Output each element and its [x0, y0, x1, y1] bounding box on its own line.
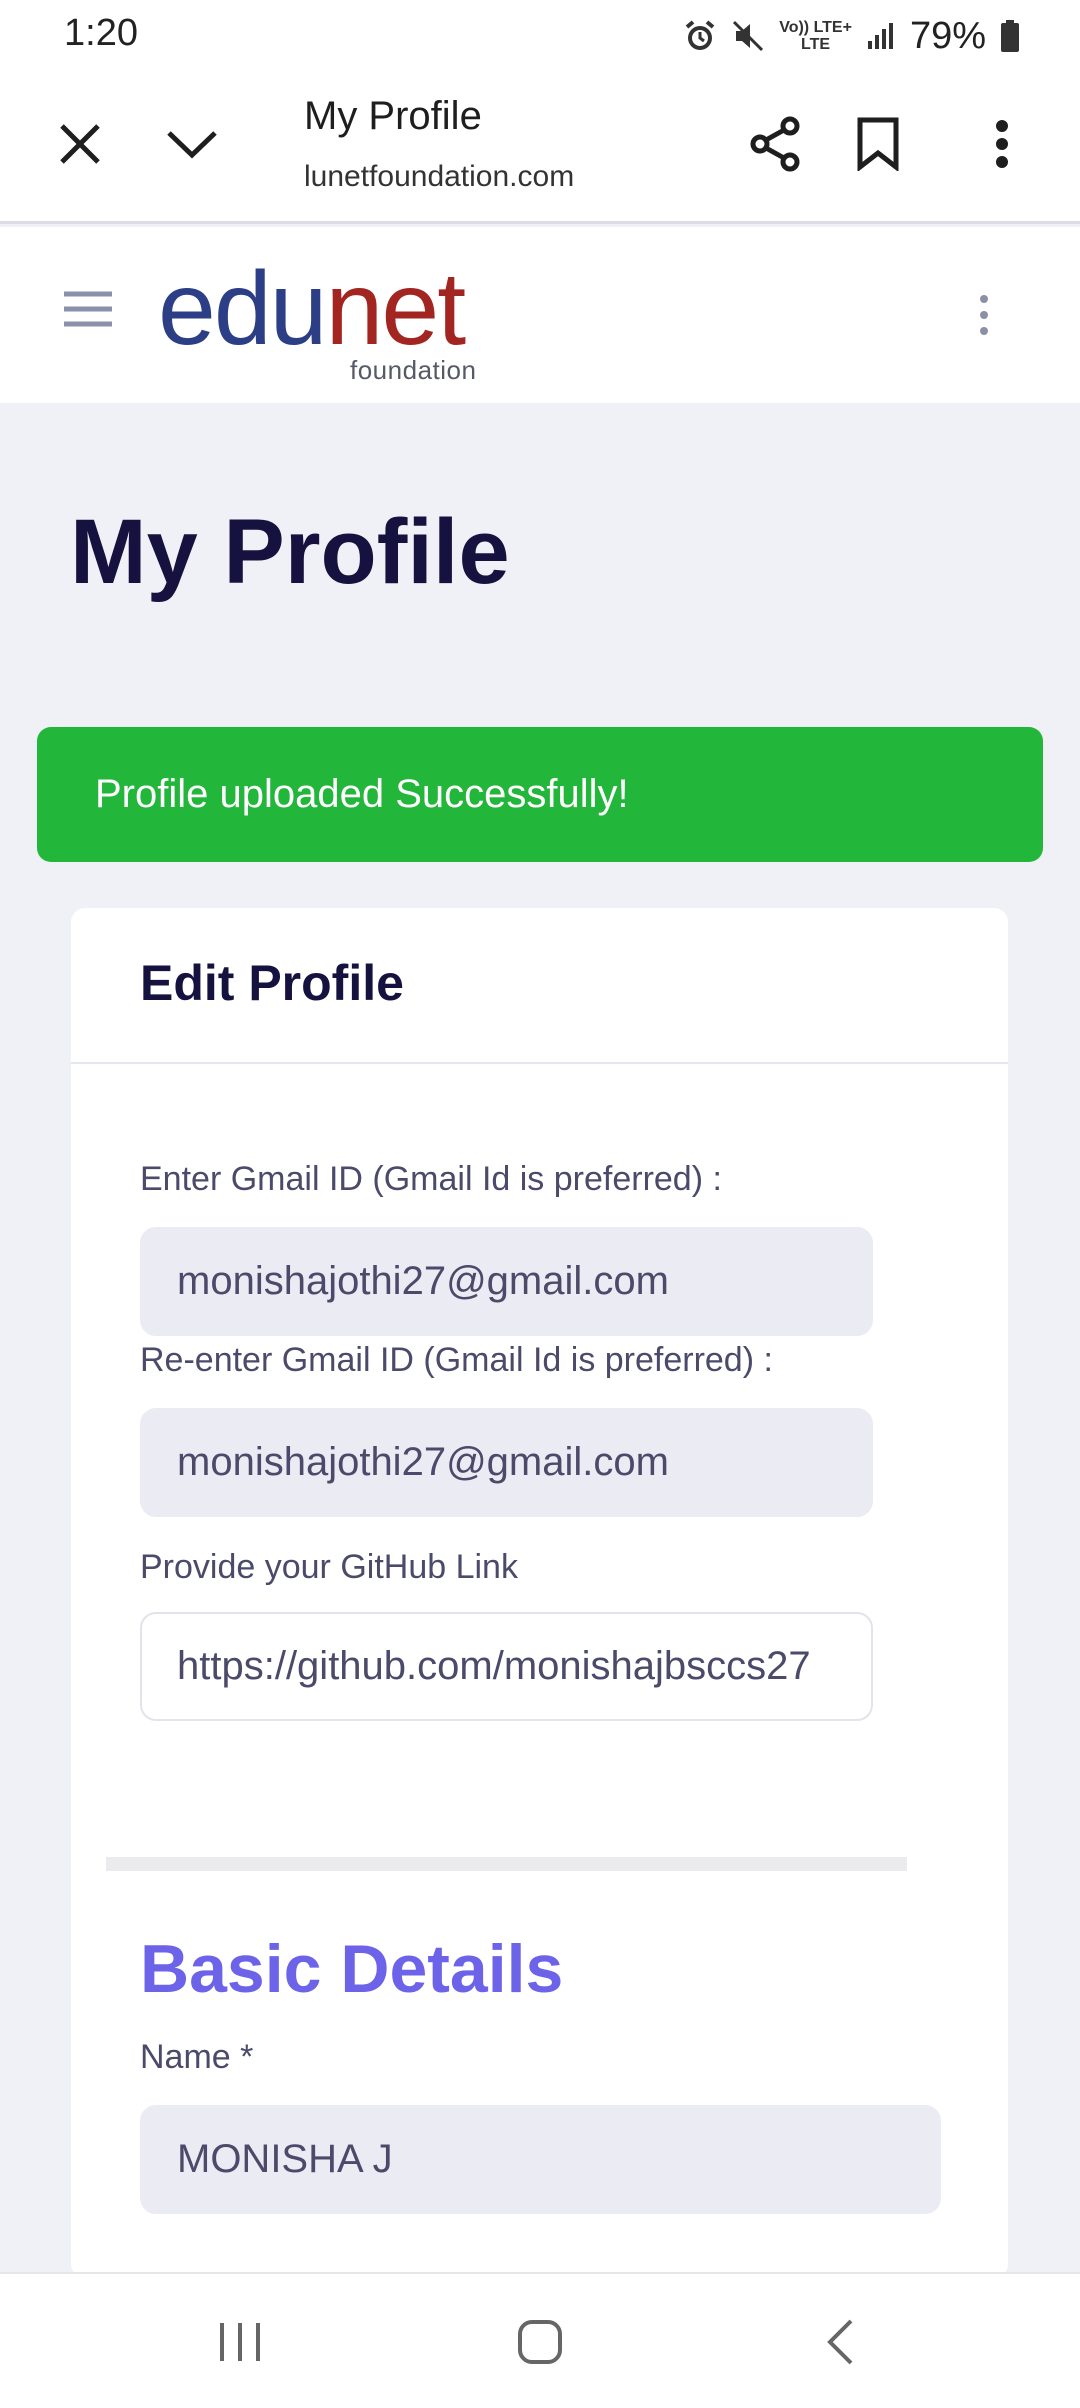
- battery-icon: [1000, 19, 1020, 53]
- card-header: Edit Profile: [71, 908, 1008, 1064]
- hamburger-icon[interactable]: [56, 277, 120, 341]
- battery-percent: 79%: [909, 14, 986, 57]
- status-time: 1:20: [64, 12, 138, 54]
- home-icon[interactable]: [490, 2274, 590, 2408]
- section-divider: [106, 1857, 907, 1871]
- status-bar: 1:20 Vo)) LTE+ LTE 79%: [0, 0, 1080, 72]
- site-header: edunet foundation: [0, 227, 1080, 403]
- gmail-label: Enter Gmail ID (Gmail Id is preferred) :: [140, 1160, 722, 1198]
- recents-icon[interactable]: [190, 2274, 290, 2408]
- close-icon[interactable]: [44, 108, 116, 180]
- browser-page-title: My Profile: [304, 94, 482, 138]
- more-vert-icon[interactable]: [966, 285, 1002, 345]
- card-title: Edit Profile: [140, 955, 404, 1011]
- logo-text-edu: edu: [158, 251, 328, 367]
- github-field[interactable]: https://github.com/monishajbsccs27: [140, 1612, 873, 1721]
- name-field[interactable]: MONISHA J: [140, 2105, 941, 2214]
- chevron-down-icon[interactable]: [156, 108, 228, 180]
- network-indicator: Vo)) LTE+ LTE: [779, 19, 852, 53]
- alarm-icon: [683, 19, 717, 53]
- signal-icon: [866, 21, 896, 51]
- regmail-field[interactable]: monishajothi27@gmail.com: [140, 1408, 873, 1517]
- github-label: Provide your GitHub Link: [140, 1548, 518, 1586]
- network-type-bottom: LTE: [801, 36, 831, 53]
- success-alert: Profile uploaded Successfully!: [37, 727, 1043, 862]
- share-icon[interactable]: [740, 108, 812, 180]
- page-title: My Profile: [70, 501, 510, 603]
- edit-profile-card: Edit Profile Enter Gmail ID (Gmail Id is…: [71, 908, 1008, 2278]
- network-type-top: Vo)) LTE+: [779, 19, 852, 36]
- logo-text-net: net: [325, 251, 467, 367]
- status-icons: Vo)) LTE+ LTE 79%: [683, 10, 1020, 62]
- logo-subtitle: foundation: [350, 355, 477, 385]
- gmail-field[interactable]: monishajothi27@gmail.com: [140, 1227, 873, 1336]
- mute-icon: [731, 19, 765, 53]
- basic-details-title: Basic Details: [140, 1931, 564, 2007]
- edunet-logo[interactable]: edunet foundation: [158, 257, 476, 385]
- more-vert-icon[interactable]: [966, 108, 1038, 180]
- browser-url[interactable]: lunetfoundation.com: [304, 160, 604, 194]
- regmail-label: Re-enter Gmail ID (Gmail Id is preferred…: [140, 1341, 773, 1379]
- name-label: Name *: [140, 2038, 254, 2076]
- system-nav-bar: [0, 2272, 1080, 2408]
- back-icon[interactable]: [790, 2274, 890, 2408]
- bookmark-icon[interactable]: [842, 108, 914, 180]
- browser-toolbar: My Profile lunetfoundation.com: [0, 72, 1080, 224]
